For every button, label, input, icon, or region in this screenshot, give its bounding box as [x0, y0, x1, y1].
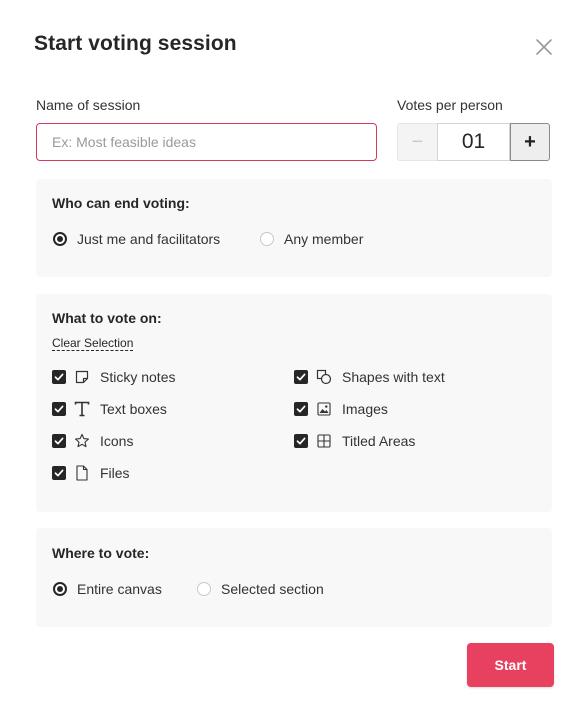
radio-label: Just me and facilitators	[77, 231, 221, 247]
checkbox-checked	[294, 370, 308, 384]
votes-value[interactable]: 01	[437, 123, 510, 161]
radio-selected-indicator	[53, 232, 67, 246]
checkbox-sticky-notes[interactable]: Sticky notes	[52, 369, 175, 385]
dialog-title: Start voting session	[34, 32, 237, 55]
checkbox-checked	[294, 402, 308, 416]
radio-label: Entire canvas	[77, 581, 162, 597]
radio-unselected-indicator	[260, 232, 274, 246]
image-icon	[316, 401, 332, 417]
radio-entire-canvas[interactable]: Entire canvas	[53, 581, 162, 597]
checkbox-label: Icons	[100, 433, 134, 449]
where-to-vote-panel: Where to vote: Entire canvas Selected se…	[36, 528, 552, 627]
checkbox-icons[interactable]: Icons	[52, 433, 133, 449]
radio-label: Selected section	[221, 581, 324, 597]
where-to-vote-title: Where to vote:	[52, 545, 150, 561]
checkbox-label: Images	[342, 401, 388, 417]
radio-unselected-indicator	[197, 582, 211, 596]
radio-label: Any member	[284, 231, 364, 247]
checkbox-checked	[52, 402, 66, 416]
checkbox-checked	[52, 434, 66, 448]
who-can-end-title: Who can end voting:	[52, 195, 190, 211]
checkbox-text-boxes[interactable]: Text boxes	[52, 401, 167, 417]
star-icon	[74, 433, 90, 449]
checkbox-shapes-with-text[interactable]: Shapes with text	[294, 369, 445, 385]
shapes-icon	[316, 369, 332, 385]
clear-selection-link[interactable]: Clear Selection	[52, 336, 134, 351]
checkbox-label: Titled Areas	[342, 433, 416, 449]
checkbox-checked	[52, 370, 66, 384]
checkbox-label: Sticky notes	[100, 369, 176, 385]
decrement-button[interactable]: −	[397, 123, 437, 161]
sticky-note-icon	[74, 369, 90, 385]
checkbox-files[interactable]: Files	[52, 465, 130, 481]
radio-any-member[interactable]: Any member	[260, 231, 363, 247]
checkbox-label: Shapes with text	[342, 369, 445, 385]
close-icon	[536, 39, 552, 55]
file-icon	[74, 465, 90, 481]
votes-per-person-label: Votes per person	[397, 97, 503, 113]
checkbox-images[interactable]: Images	[294, 401, 388, 417]
voting-session-dialog: Start voting session Name of session Vot…	[0, 0, 583, 707]
what-to-vote-title: What to vote on:	[52, 310, 162, 326]
text-icon	[74, 401, 90, 417]
start-button[interactable]: Start	[467, 643, 554, 687]
checkbox-titled-areas[interactable]: Titled Areas	[294, 433, 415, 449]
what-to-vote-panel: What to vote on: Clear Selection Sticky …	[36, 294, 552, 512]
radio-selected-indicator	[53, 582, 67, 596]
radio-selected-section[interactable]: Selected section	[197, 581, 324, 597]
who-can-end-panel: Who can end voting: Just me and facilita…	[36, 179, 552, 277]
checkbox-label: Text boxes	[100, 401, 167, 417]
checkbox-label: Files	[100, 465, 130, 481]
grid-icon	[316, 433, 332, 449]
votes-stepper: − 01 +	[397, 123, 550, 161]
checkbox-checked	[52, 466, 66, 480]
checkbox-checked	[294, 434, 308, 448]
session-name-label: Name of session	[36, 97, 141, 113]
close-button[interactable]	[533, 36, 555, 58]
session-name-input[interactable]	[36, 123, 377, 161]
increment-button[interactable]: +	[510, 123, 550, 161]
radio-just-me[interactable]: Just me and facilitators	[53, 231, 220, 247]
